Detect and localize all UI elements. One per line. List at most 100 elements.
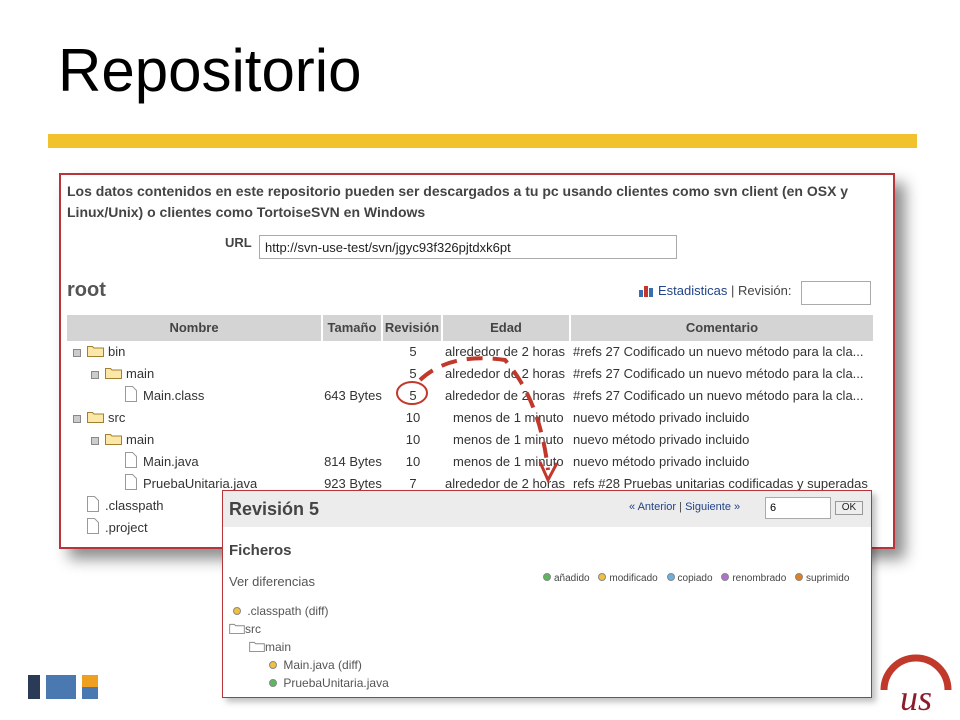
modified-dot-icon [269, 661, 277, 669]
file-revision[interactable]: 10 [383, 407, 443, 429]
url-field[interactable] [259, 235, 677, 259]
url-label: URL [225, 235, 252, 250]
collapse-toggle-icon[interactable] [73, 415, 81, 423]
title-accent-bar [48, 134, 917, 148]
files-heading: Ficheros [229, 542, 292, 559]
university-seal-icon: us [880, 654, 952, 718]
stats-bar: Estadisticas | Revisión: [639, 283, 791, 298]
file-size [323, 363, 383, 385]
logo-block [82, 687, 98, 699]
file-icon [125, 386, 137, 402]
file-age: menos de 1 minuto [453, 454, 564, 469]
file-name[interactable]: bin [108, 341, 125, 363]
file-age: menos de 1 minuto [453, 410, 564, 425]
ok-button[interactable]: OK [835, 501, 863, 515]
file-size [323, 429, 383, 451]
folder-icon [87, 412, 104, 423]
file-comment: #refs 27 Codificado un nuevo método para… [573, 388, 864, 403]
change-legend: añadido modificado copiado renombrado su… [537, 573, 849, 584]
file-revision[interactable]: 5 [383, 363, 443, 385]
revision-input[interactable] [801, 281, 871, 305]
file-icon [87, 518, 99, 534]
view-diffs-link[interactable]: Ver diferencias [229, 574, 315, 589]
file-revision[interactable]: 10 [383, 451, 443, 473]
file-name[interactable]: main [126, 363, 154, 385]
status-dot-icon [721, 573, 730, 581]
previous-revision-link[interactable]: « Anterior [629, 501, 676, 513]
column-header-size[interactable]: Tamaño [323, 315, 383, 341]
legend-copied: copiado [666, 573, 713, 584]
table-header: Nombre Tamaño Revisión Edad Comentario [67, 315, 875, 341]
changed-folder[interactable]: main [249, 640, 291, 654]
revision-label: Revisión: [737, 283, 792, 298]
collapse-toggle-icon[interactable] [91, 371, 99, 379]
status-dot-icon [666, 573, 675, 581]
table-row[interactable]: main 10 menos de 1 minuto nuevo método p… [67, 429, 875, 451]
table-row[interactable]: main 5 alrededor de 2 horas #refs 27 Cod… [67, 363, 875, 385]
file-comment: nuevo método privado incluido [573, 454, 750, 469]
file-name[interactable]: .project [105, 517, 148, 539]
folder-icon [229, 623, 245, 634]
collapse-toggle-icon[interactable] [73, 349, 81, 357]
revision-number-input[interactable] [765, 497, 831, 519]
logo-block [82, 675, 98, 687]
legend-added: añadido [543, 573, 590, 584]
file-age: alrededor de 2 horas [445, 366, 565, 381]
folder-icon [249, 641, 265, 652]
file-name[interactable]: .classpath [105, 495, 164, 517]
changed-file[interactable]: PruebaUnitaria.java [269, 676, 389, 690]
file-icon [125, 452, 137, 468]
file-comment: #refs 27 Codificado un nuevo método para… [573, 344, 864, 359]
file-size: 814 Bytes [324, 454, 382, 469]
file-name[interactable]: src [108, 407, 125, 429]
table-row[interactable]: src 10 menos de 1 minuto nuevo método pr… [67, 407, 875, 429]
file-name[interactable]: Main.class [143, 385, 204, 407]
bar-chart-icon [639, 286, 653, 297]
added-dot-icon [269, 679, 277, 687]
changed-file[interactable]: .classpath (diff) [233, 604, 329, 618]
file-size [323, 407, 383, 429]
file-comment: nuevo método privado incluido [573, 410, 750, 425]
repository-intro: Los datos contenidos en este repositorio… [67, 183, 849, 220]
file-revision[interactable]: 5 [383, 341, 443, 363]
changed-folder[interactable]: src [229, 622, 261, 636]
table-row[interactable]: bin 5 alrededor de 2 horas #refs 27 Codi… [67, 341, 875, 363]
status-dot-icon [598, 573, 607, 581]
changed-folder-label: src [245, 622, 261, 636]
legend-modified: modificado [598, 573, 658, 584]
file-name[interactable]: main [126, 429, 154, 451]
legend-deleted: suprimido [795, 573, 849, 584]
status-dot-icon [543, 573, 551, 581]
svg-text:us: us [900, 678, 932, 718]
column-header-age[interactable]: Edad [443, 315, 571, 341]
logo-block [28, 675, 40, 699]
slide-title: Repositorio [58, 37, 362, 104]
changed-folder-label: main [265, 640, 292, 654]
table-row[interactable]: Main.java 814 Bytes 10 menos de 1 minuto… [67, 451, 875, 473]
file-comment: nuevo método privado incluido [573, 432, 750, 447]
next-revision-link[interactable]: Siguiente » [685, 501, 740, 513]
root-title: root [67, 279, 106, 301]
file-revision[interactable]: 10 [383, 429, 443, 451]
statistics-link[interactable]: Estadisticas [658, 283, 727, 298]
table-row[interactable]: Main.class 643 Bytes 5 alrededor de 2 ho… [67, 385, 875, 407]
column-header-name[interactable]: Nombre [67, 315, 323, 341]
nav-separator: | [676, 501, 686, 513]
file-age: menos de 1 minuto [453, 432, 564, 447]
changed-file[interactable]: Main.java (diff) [269, 658, 362, 672]
file-name[interactable]: Main.java [143, 451, 199, 473]
column-header-comment[interactable]: Comentario [571, 315, 875, 341]
file-age: alrededor de 2 horas [445, 344, 565, 359]
stats-separator: | [727, 283, 738, 298]
revision-title: Revisión 5 [229, 499, 320, 519]
file-size [323, 341, 383, 363]
collapse-toggle-icon[interactable] [91, 437, 99, 445]
changed-file-label: Main.java (diff) [283, 658, 362, 672]
logo-block [46, 675, 76, 699]
revision-header: Revisión 5 « Anterior | Siguiente » OK [223, 491, 871, 527]
revision-nav: « Anterior | Siguiente » [629, 501, 740, 513]
file-icon [87, 496, 99, 512]
column-header-revision[interactable]: Revisión [383, 315, 443, 341]
changed-file-label: .classpath (diff) [247, 604, 329, 618]
file-revision[interactable]: 5 [383, 385, 443, 407]
